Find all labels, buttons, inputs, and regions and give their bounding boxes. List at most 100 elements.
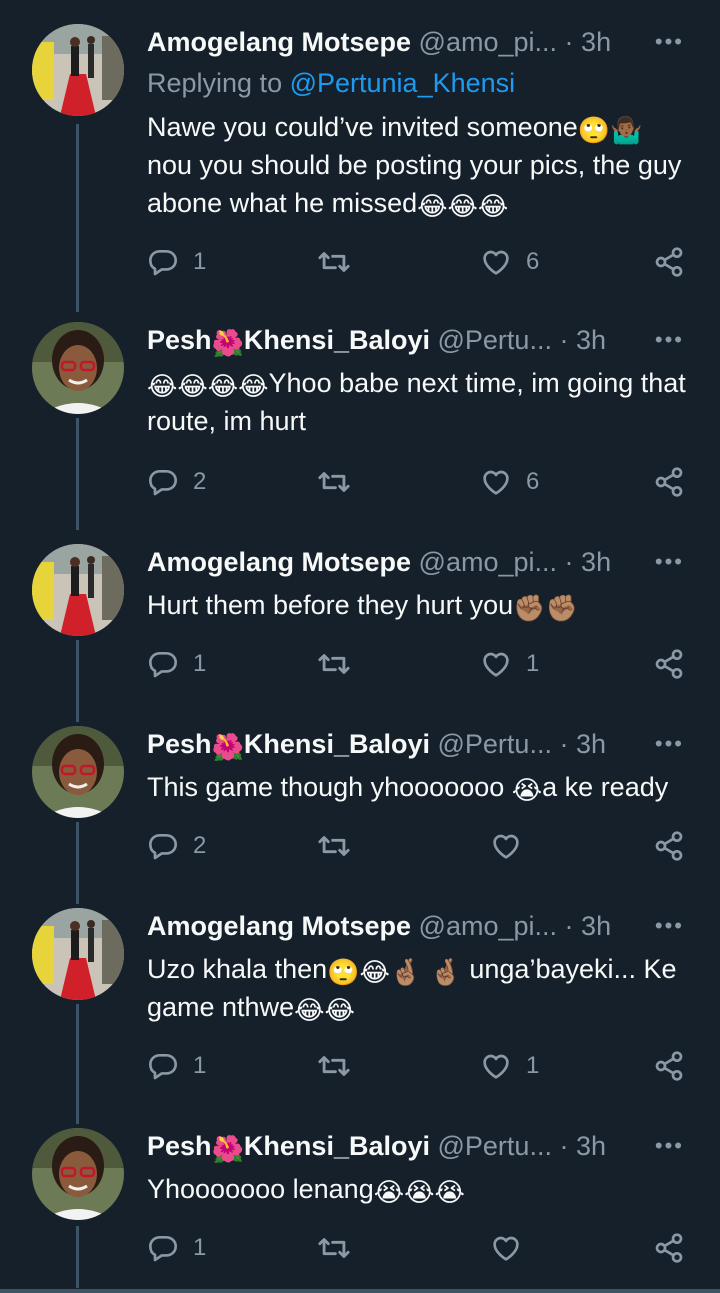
timestamp[interactable]: 3h	[581, 547, 611, 577]
author-name-part: Pesh	[147, 1131, 212, 1161]
author-handle[interactable]: @amo_pi...	[419, 547, 557, 577]
author-name[interactable]: Amogelang Motsepe	[147, 911, 411, 941]
tweet[interactable]: Pesh🌺Khensi_Baloyi @Pertu... · 3h ••• 😂😂…	[0, 322, 720, 522]
author-name[interactable]: Pesh🌺Khensi_Baloyi	[147, 729, 430, 760]
like-button[interactable]: 1	[480, 1046, 539, 1086]
author-handle[interactable]: @Pertu...	[438, 325, 552, 355]
author-handle[interactable]: @Pertu...	[438, 1131, 552, 1161]
tweet-text-part: Yhooooooo lenang	[147, 1174, 374, 1204]
bottom-divider	[0, 1289, 720, 1293]
reply-button[interactable]: 1	[147, 1046, 206, 1086]
avatar[interactable]	[32, 1128, 124, 1220]
avatar[interactable]	[32, 544, 124, 636]
retweet-button[interactable]	[317, 826, 351, 866]
tweet-header: Amogelang Motsepe @amo_pi... · 3h •••	[147, 544, 690, 580]
author-name[interactable]: Amogelang Motsepe	[147, 547, 411, 577]
reply-button[interactable]: 1	[147, 644, 206, 684]
more-options-icon[interactable]: •••	[655, 908, 684, 944]
share-button[interactable]	[653, 1046, 685, 1086]
like-button[interactable]: 6	[480, 242, 539, 282]
avatar[interactable]	[32, 24, 124, 116]
emoji: 😂😂😂😂	[147, 371, 269, 401]
reply-button[interactable]: 1	[147, 1228, 206, 1268]
retweet-button[interactable]	[317, 644, 351, 684]
share-button[interactable]	[653, 1228, 685, 1268]
action-bar: 1	[147, 1228, 687, 1268]
share-icon	[653, 466, 685, 498]
share-icon	[653, 830, 685, 862]
tweet-text: Nawe you could’ve invited someone🙄🤷🏾‍♂️ …	[147, 108, 692, 222]
more-options-icon[interactable]: •••	[655, 322, 684, 358]
separator-dot: ·	[564, 27, 574, 57]
share-button[interactable]	[653, 644, 685, 684]
more-options-icon[interactable]: •••	[655, 726, 684, 762]
like-button[interactable]	[490, 1228, 536, 1268]
author-name[interactable]: Pesh🌺Khensi_Baloyi	[147, 325, 430, 356]
like-button[interactable]: 1	[480, 644, 539, 684]
retweet-icon	[317, 1231, 351, 1265]
tweet-text-part: a ke ready	[542, 772, 669, 802]
retweet-button[interactable]	[317, 1228, 351, 1268]
tweet[interactable]: Amogelang Motsepe @amo_pi... · 3h ••• Hu…	[0, 544, 720, 704]
emoji: 😭	[511, 775, 543, 805]
tweet-text-part: This game though yhooooooo	[147, 772, 512, 802]
avatar[interactable]	[32, 322, 124, 414]
more-options-icon[interactable]: •••	[655, 24, 684, 60]
tweet[interactable]: Amogelang Motsepe @amo_pi... · 3h ••• Uz…	[0, 908, 720, 1108]
timestamp[interactable]: 3h	[576, 325, 606, 355]
share-button[interactable]	[653, 462, 685, 502]
share-button[interactable]	[653, 826, 685, 866]
tweet[interactable]: Amogelang Motsepe @amo_pi... · 3h ••• Re…	[0, 24, 720, 294]
tweet[interactable]: Pesh🌺Khensi_Baloyi @Pertu... · 3h ••• Yh…	[0, 1128, 720, 1288]
timestamp[interactable]: 3h	[576, 729, 606, 759]
timestamp[interactable]: 3h	[576, 1131, 606, 1161]
author-name-part: Khensi_Baloyi	[243, 325, 430, 355]
author-name-part: Pesh	[147, 325, 212, 355]
reply-count: 2	[193, 832, 207, 859]
share-button[interactable]	[653, 242, 685, 282]
reply-button[interactable]: 2	[147, 826, 206, 866]
author-handle[interactable]: @Pertu...	[438, 729, 552, 759]
retweet-button[interactable]	[317, 1046, 351, 1086]
emoji: 🙄😂🤞🏽 🤞🏽	[327, 957, 462, 987]
share-icon	[653, 246, 685, 278]
reply-count: 1	[193, 248, 207, 275]
like-count: 1	[526, 1052, 540, 1079]
reply-count: 1	[193, 1234, 207, 1261]
author-name[interactable]: Pesh🌺Khensi_Baloyi	[147, 1131, 430, 1162]
tweet[interactable]: Pesh🌺Khensi_Baloyi @Pertu... · 3h ••• Th…	[0, 726, 720, 886]
tweet-text: This game though yhooooooo 😭a ke ready	[147, 768, 692, 806]
avatar[interactable]	[32, 726, 124, 818]
separator-dot: ·	[559, 1131, 569, 1161]
author-handle[interactable]: @amo_pi...	[419, 27, 557, 57]
retweet-icon	[317, 647, 351, 681]
retweet-button[interactable]	[317, 242, 351, 282]
more-options-icon[interactable]: •••	[655, 1128, 684, 1164]
like-button[interactable]	[490, 826, 536, 866]
like-button[interactable]: 6	[480, 462, 539, 502]
like-icon	[490, 1232, 522, 1264]
tweet-text: Hurt them before they hurt you✊🏽✊🏽	[147, 586, 692, 624]
timestamp[interactable]: 3h	[581, 27, 611, 57]
retweet-button[interactable]	[317, 462, 351, 502]
replying-to-link[interactable]: @Pertunia_Khensi	[290, 68, 516, 98]
reply-count: 2	[193, 468, 207, 495]
reply-icon	[147, 1050, 179, 1082]
emoji: 😭😭😭	[373, 1177, 465, 1207]
timestamp[interactable]: 3h	[581, 911, 611, 941]
author-handle[interactable]: @amo_pi...	[419, 911, 557, 941]
more-options-icon[interactable]: •••	[655, 544, 684, 580]
tweet-header: Pesh🌺Khensi_Baloyi @Pertu... · 3h •••	[147, 322, 690, 358]
reply-button[interactable]: 1	[147, 242, 206, 282]
like-icon	[480, 1050, 512, 1082]
tweet-text: Uzo khala then🙄😂🤞🏽 🤞🏽 unga’bayeki... Ke …	[147, 950, 692, 1026]
avatar[interactable]	[32, 908, 124, 1000]
author-name-part: Khensi_Baloyi	[243, 1131, 430, 1161]
reply-count: 1	[193, 650, 207, 677]
like-icon	[480, 246, 512, 278]
reply-button[interactable]: 2	[147, 462, 206, 502]
tweet-text: 😂😂😂😂Yhoo babe next time, im going that r…	[147, 364, 692, 440]
replying-to-label: Replying to	[147, 68, 290, 98]
emoji: ✊🏽✊🏽	[513, 593, 578, 623]
author-name[interactable]: Amogelang Motsepe	[147, 27, 411, 57]
